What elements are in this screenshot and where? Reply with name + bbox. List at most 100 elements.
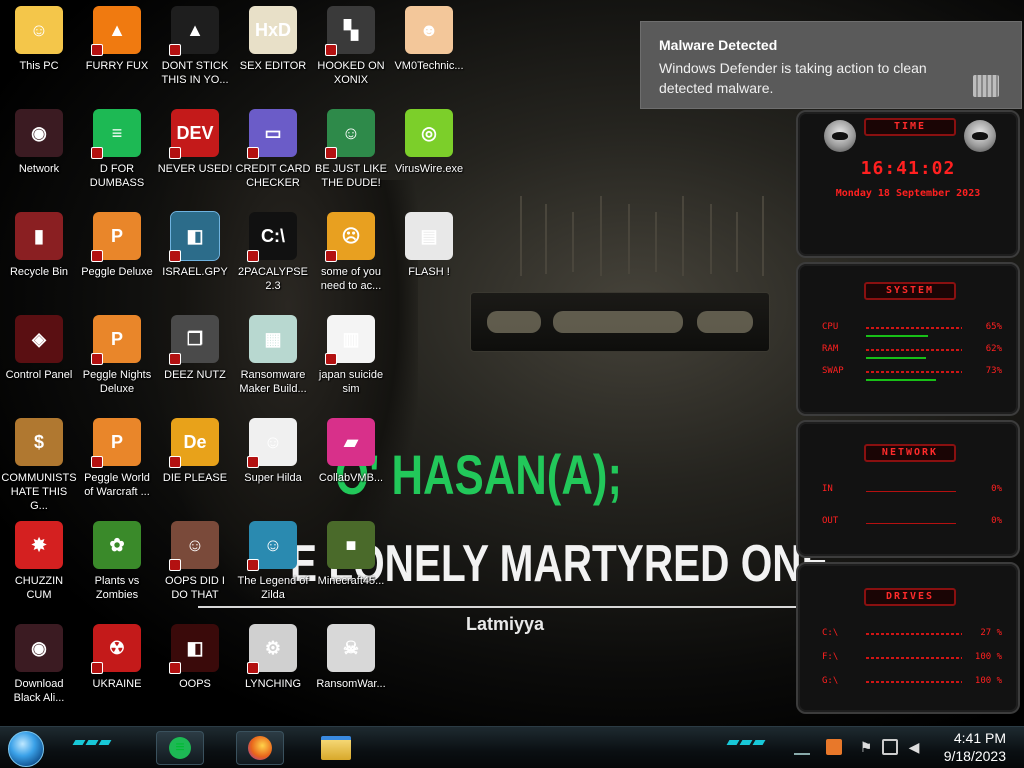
desktop-icon[interactable]: ☠ RansomWar...	[312, 618, 390, 718]
desktop-icon[interactable]: ▥ japan suicide sim	[312, 309, 390, 409]
drives-gadget[interactable]: DRIVES C:\ 27 % F:\ 100 % G:\ 100 %	[796, 562, 1020, 714]
desktop-icon-image: P	[91, 315, 141, 365]
usage-bar-fill	[866, 379, 936, 381]
gadget-row-label: CPU	[822, 322, 839, 332]
taskbar-clock[interactable]: 4:41 PM 9/18/2023	[944, 729, 1006, 765]
desktop-icon-label: DONT STICK THIS IN YO...	[161, 60, 229, 86]
desktop-icon[interactable]: ⚙ LYNCHING	[234, 618, 312, 718]
wallpaper-spear	[628, 204, 630, 274]
desktop-icon[interactable]: ◎ VirusWire.exe	[390, 103, 468, 203]
desktop-icon-label: Peggle Nights Deluxe	[82, 369, 152, 395]
desktop-icon[interactable]: P Peggle Deluxe	[78, 206, 156, 306]
taskbar-firefox-button[interactable]	[236, 731, 284, 765]
desktop-icon[interactable]: ◧ OOPS	[156, 618, 234, 718]
gadget-row-label: RAM	[822, 344, 839, 354]
desktop-icon[interactable]: ▲ DONT STICK THIS IN YO...	[156, 0, 234, 100]
gadget-row: RAM 62%	[822, 344, 1002, 359]
malware-notification[interactable]: Malware Detected Windows Defender is tak…	[640, 21, 1022, 109]
volume-icon[interactable]: ◀	[906, 739, 922, 755]
network-gadget[interactable]: NETWORK IN 0% OUT 0%	[796, 420, 1020, 558]
taskbar-file-explorer-button[interactable]	[312, 731, 360, 765]
desktop-icon[interactable]: ▮ Recycle Bin	[0, 206, 78, 306]
desktop-icon[interactable]: DEV NEVER USED!	[156, 103, 234, 203]
desktop-icon[interactable]: ▭ CREDIT CARD CHECKER	[234, 103, 312, 203]
gadget-row: IN 0%	[822, 484, 1002, 496]
desktop-icon-label: some of you need to ac...	[320, 266, 382, 292]
desktop-icon[interactable]: ☺ Super Hilda	[234, 412, 312, 512]
desktop-icon-label: CHUZZIN CUM	[14, 575, 64, 601]
shortcut-arrow-icon	[91, 662, 103, 674]
shortcut-arrow-icon	[169, 559, 181, 571]
desktop-icon-image: $	[15, 418, 63, 466]
desktop-icon-image: ☺	[325, 109, 375, 159]
desktop-icon[interactable]: ✸ CHUZZIN CUM	[0, 515, 78, 615]
shortcut-arrow-icon	[169, 147, 181, 159]
desktop-icon[interactable]: ☺ OOPS DID I DO THAT	[156, 515, 234, 615]
desktop-icon[interactable]: De DIE PLEASE	[156, 412, 234, 512]
taskbar-spotify-button[interactable]: ≡	[156, 731, 204, 765]
wallpaper-spear	[572, 212, 574, 272]
start-button[interactable]	[8, 731, 44, 767]
wallpaper-spear	[682, 196, 684, 276]
system-gadget[interactable]: SYSTEM CPU 65% RAM 62% SWAP 73%	[796, 262, 1020, 416]
desktop-icon[interactable]: ☺ BE JUST LIKE THE DUDE!	[312, 103, 390, 203]
desktop-icon[interactable]: ≡ D FOR DUMBASS	[78, 103, 156, 203]
desktop-icon[interactable]: ▤ FLASH !	[390, 206, 468, 306]
desktop-icon-label: DEEZ NUTZ	[164, 369, 226, 381]
network-tray-icon[interactable]	[882, 739, 898, 755]
usage-bar-track	[866, 657, 962, 659]
tray-app-icon[interactable]	[826, 739, 842, 755]
alien-head-icon	[964, 120, 996, 152]
desktop-icon[interactable]: ◈ Control Panel	[0, 309, 78, 409]
desktop-icon-image: P	[91, 212, 141, 262]
gadget-row: CPU 65%	[822, 322, 1002, 337]
desktop-icon[interactable]: ❐ DEEZ NUTZ	[156, 309, 234, 409]
desktop-icon[interactable]: ■ Minecraft45...	[312, 515, 390, 615]
wallpaper-calligraphy-banner	[470, 292, 770, 352]
desktop-icon[interactable]: ▦ Ransomware Maker Build...	[234, 309, 312, 409]
desktop-icon[interactable]: ☺ The Legend of Zilda	[234, 515, 312, 615]
desktop-icon-image: DEV	[169, 109, 219, 159]
desktop-icon[interactable]: ◧ ISRAEL.GPY	[156, 206, 234, 306]
desktop-icon-image: ◉	[15, 109, 63, 157]
desktop-icon-image: ◧	[169, 624, 219, 674]
desktop-icon-label: OOPS	[179, 678, 211, 690]
desktop-icon-image: ▮	[15, 212, 63, 260]
shortcut-arrow-icon	[91, 353, 103, 365]
desktop-icon-image: ▦	[249, 315, 297, 363]
desktop-icon[interactable]: ☢ UKRAINE	[78, 618, 156, 718]
show-hidden-icons-icon[interactable]	[794, 739, 810, 755]
gadget-clock-time: 16:41:02	[860, 158, 956, 179]
desktop-icon[interactable]: ▚ HOOKED ON XONIX	[312, 0, 390, 100]
desktop-icon-label: Network	[18, 163, 60, 175]
taskbar-clock-date: 9/18/2023	[943, 748, 1006, 764]
desktop-icon-label: COMMUNISTS HATE THIS G...	[1, 472, 77, 512]
desktop-icon-label: Super Hilda	[244, 472, 302, 484]
desktop-icon[interactable]: C:\ 2PACALYPSE 2.3	[234, 206, 312, 306]
desktop-icon[interactable]: P Peggle World of Warcraft ...	[78, 412, 156, 512]
desktop-icon-image: ✿	[93, 521, 141, 569]
desktop-icon[interactable]: P Peggle Nights Deluxe	[78, 309, 156, 409]
desktop-icon[interactable]: ☹ some of you need to ac...	[312, 206, 390, 306]
desktop-icon-image: ☺	[247, 521, 297, 571]
desktop-icon[interactable]: ▰ CollabVMB...	[312, 412, 390, 512]
shortcut-arrow-icon	[169, 250, 181, 262]
desktop-icon[interactable]: ✿ Plants vs Zombies	[78, 515, 156, 615]
wallpaper-spear	[736, 212, 738, 272]
desktop-icon[interactable]: ◉ Network	[0, 103, 78, 203]
flag-icon[interactable]: ⚑	[858, 739, 874, 755]
time-gadget[interactable]: TIME 16:41:02 Monday 18 September 2023	[796, 110, 1020, 258]
desktop-icon[interactable]: HxD SEX EDITOR	[234, 0, 312, 100]
desktop-icon-image: ▲	[91, 6, 141, 56]
desktop-icon[interactable]: ▲ FURRY FUX	[78, 0, 156, 100]
gadget-row-label: C:\	[822, 628, 839, 638]
notification-title: Malware Detected	[659, 37, 778, 53]
shortcut-arrow-icon	[91, 250, 103, 262]
desktop-icon[interactable]: ◉ Download Black Ali...	[0, 618, 78, 718]
gadget-row-value: 100 %	[974, 676, 1002, 686]
desktop-icon[interactable]: ☺ This PC	[0, 0, 78, 100]
desktop-icon[interactable]: $ COMMUNISTS HATE THIS G...	[0, 412, 78, 512]
gadget-row-value: 62%	[985, 344, 1002, 354]
gadget-row-label: IN	[822, 484, 833, 494]
desktop-icon[interactable]: ☻ VM0Technic...	[390, 0, 468, 100]
